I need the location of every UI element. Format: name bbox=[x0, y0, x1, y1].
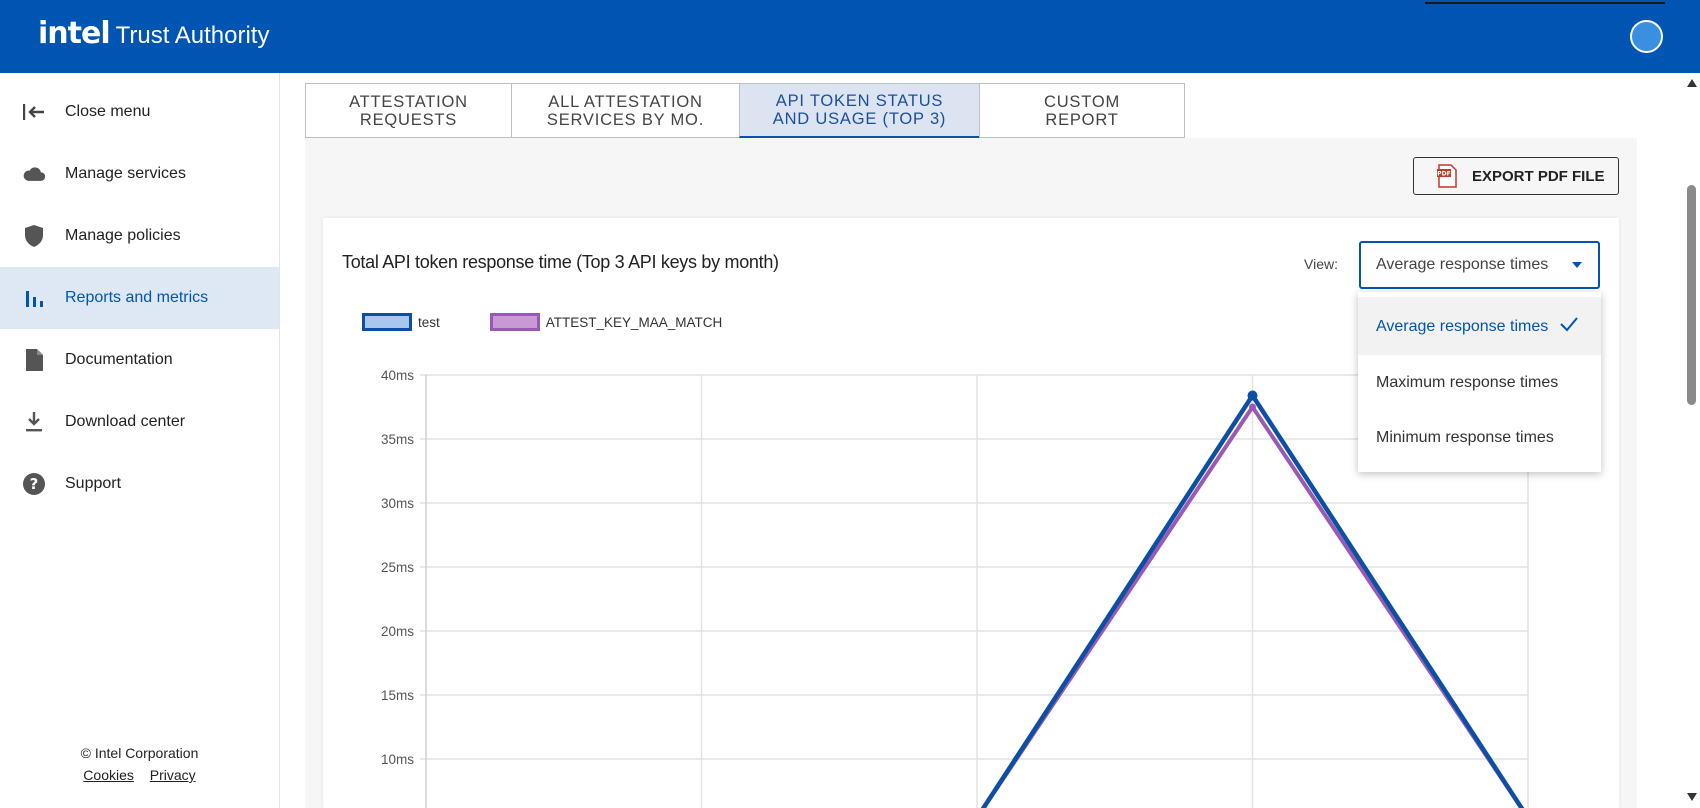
sidebar-item-download-center[interactable]: Download center bbox=[0, 391, 279, 453]
sidebar-item-documentation[interactable]: Documentation bbox=[0, 329, 279, 391]
data-point[interactable] bbox=[1247, 390, 1258, 401]
legend-label-attest: ATTEST_KEY_MAA_MATCH bbox=[545, 314, 723, 330]
page-scrollbar[interactable] bbox=[1683, 73, 1700, 808]
export-pdf-label: EXPORT PDF FILE bbox=[1472, 167, 1605, 185]
tab-attestation-requests[interactable]: ATTESTATION REQUESTS bbox=[305, 83, 511, 138]
shield-icon bbox=[22, 224, 46, 248]
document-icon bbox=[22, 348, 46, 372]
view-option-average[interactable]: Average response times bbox=[1358, 297, 1601, 355]
export-pdf-button[interactable]: PDF EXPORT PDF FILE bbox=[1413, 157, 1619, 195]
view-label: View: bbox=[1304, 256, 1338, 272]
copyright-text: © Intel Corporation bbox=[80, 745, 199, 761]
help-icon: ? bbox=[22, 472, 46, 496]
sidebar-item-support[interactable]: ? Support bbox=[0, 453, 279, 515]
bar-chart-icon bbox=[22, 286, 46, 310]
sidebar-item-label: Download center bbox=[65, 413, 186, 430]
close-menu-icon bbox=[22, 100, 46, 124]
privacy-link[interactable]: Privacy bbox=[150, 767, 196, 783]
report-tabs: ATTESTATION REQUESTS ALL ATTESTATION SER… bbox=[305, 83, 1185, 138]
brand[interactable]: intel Trust Authority bbox=[38, 16, 269, 51]
user-avatar[interactable] bbox=[1630, 20, 1663, 53]
y-tick-label: 15ms bbox=[381, 688, 414, 703]
download-icon bbox=[22, 410, 46, 434]
cloud-icon bbox=[22, 162, 46, 186]
y-tick-label: 30ms bbox=[381, 496, 414, 511]
y-tick-label: 20ms bbox=[381, 624, 414, 639]
sidebar-item-manage-services[interactable]: Manage services bbox=[0, 143, 279, 205]
view-dropdown-menu: Average response times Maximum response … bbox=[1358, 292, 1601, 472]
data-point[interactable] bbox=[1249, 403, 1256, 411]
y-tick-label: 25ms bbox=[381, 560, 414, 575]
svg-text:?: ? bbox=[30, 475, 39, 493]
legend-swatch-test[interactable] bbox=[362, 313, 412, 331]
legend-label-test: test bbox=[418, 314, 440, 330]
check-icon bbox=[1559, 316, 1579, 337]
sidebar-footer: © Intel Corporation Cookies Privacy bbox=[0, 745, 279, 783]
sidebar-item-label: Manage policies bbox=[65, 227, 181, 244]
scrollbar-thumb[interactable] bbox=[1687, 185, 1696, 405]
y-axis-ticks: 40ms 35ms 30ms 25ms 20ms 15ms 10ms bbox=[381, 368, 414, 767]
sidebar-item-reports-and-metrics[interactable]: Reports and metrics bbox=[0, 267, 279, 329]
view-option-maximum[interactable]: Maximum response times bbox=[1358, 355, 1601, 410]
sidebar-item-manage-policies[interactable]: Manage policies bbox=[0, 205, 279, 267]
tab-all-attestation-services[interactable]: ALL ATTESTATION SERVICES BY MO. bbox=[511, 83, 739, 138]
caret-down-icon bbox=[1572, 262, 1582, 268]
sidebar-item-close-menu[interactable]: Close menu bbox=[0, 81, 279, 143]
view-select[interactable]: Average response times bbox=[1359, 241, 1600, 289]
sidebar: Close menu Manage services Manage polici… bbox=[0, 73, 280, 808]
sidebar-item-label: Documentation bbox=[65, 351, 173, 368]
y-tick-label: 40ms bbox=[381, 368, 414, 383]
sidebar-item-label: Support bbox=[65, 475, 122, 492]
cookies-link[interactable]: Cookies bbox=[83, 767, 134, 783]
sidebar-item-label: Manage services bbox=[65, 165, 186, 182]
view-option-minimum[interactable]: Minimum response times bbox=[1358, 410, 1601, 465]
tab-custom-report[interactable]: CUSTOM REPORT bbox=[979, 83, 1185, 138]
scroll-up-arrow-icon[interactable] bbox=[1687, 79, 1697, 87]
y-tick-label: 35ms bbox=[381, 432, 414, 447]
chart-title: Total API token response time (Top 3 API… bbox=[342, 252, 779, 272]
chart-legend: test ATTEST_KEY_MAA_MATCH bbox=[362, 313, 722, 331]
legend-swatch-attest[interactable] bbox=[489, 313, 540, 331]
pdf-file-icon: PDF bbox=[1436, 164, 1458, 188]
sidebar-item-label: Reports and metrics bbox=[65, 289, 209, 306]
top-bar: intel Trust Authority bbox=[0, 0, 1700, 73]
product-name: Trust Authority bbox=[115, 22, 270, 49]
top-divider-line bbox=[1425, 2, 1665, 4]
tab-api-token-status[interactable]: API TOKEN STATUS AND USAGE (TOP 3) bbox=[739, 83, 979, 138]
y-tick-label: 10ms bbox=[381, 752, 414, 767]
svg-text:PDF: PDF bbox=[1437, 171, 1450, 178]
scroll-down-arrow-icon[interactable] bbox=[1687, 793, 1697, 801]
sidebar-item-label: Close menu bbox=[65, 103, 151, 120]
intel-logo: intel bbox=[38, 16, 111, 51]
view-select-value: Average response times bbox=[1376, 256, 1549, 273]
